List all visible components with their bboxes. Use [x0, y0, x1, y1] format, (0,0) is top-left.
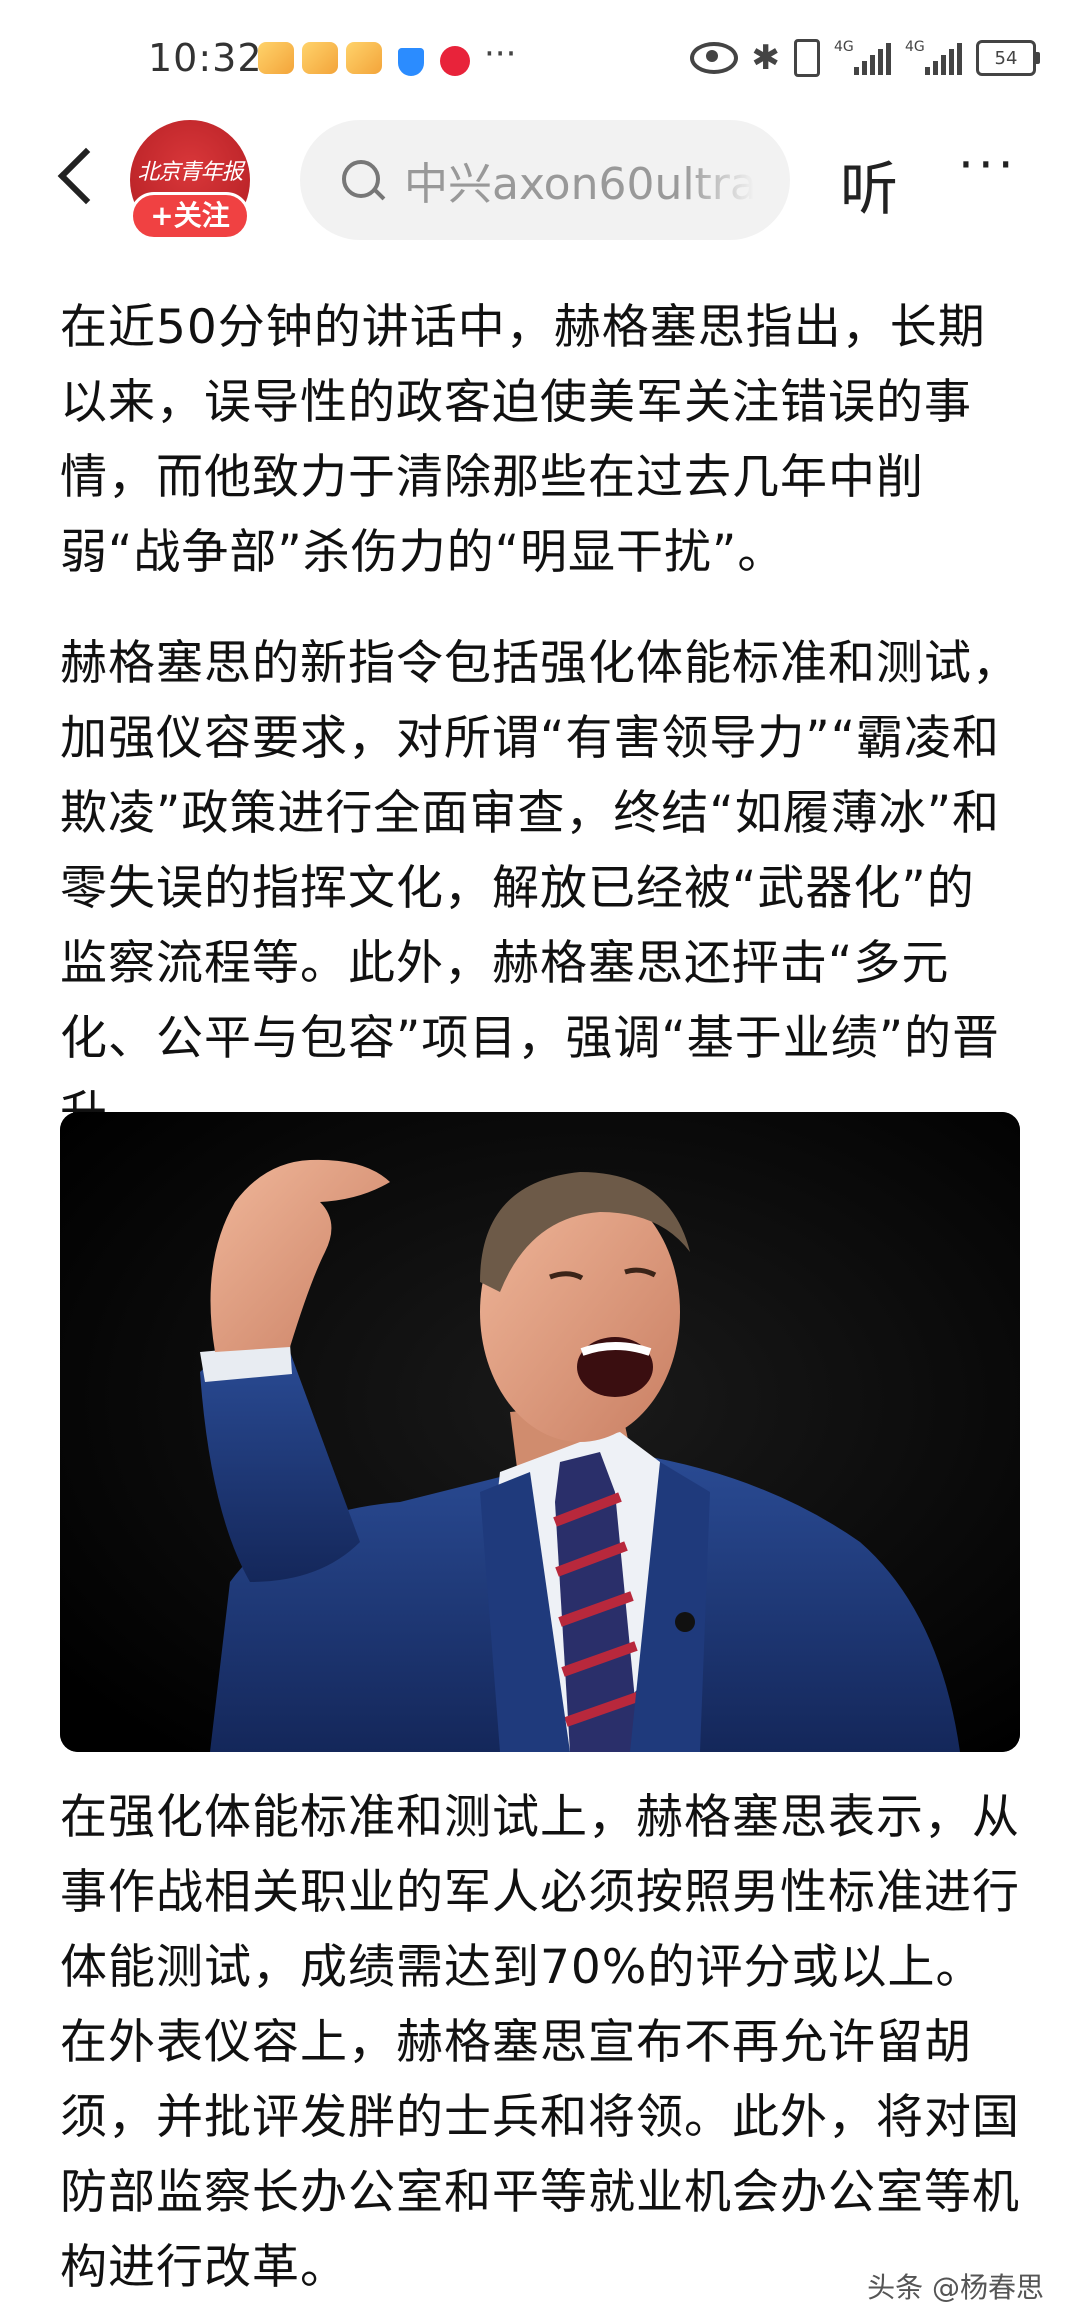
- more-notifications-icon: ···: [484, 34, 517, 74]
- source-watermark: 头条 @杨春思: [867, 2271, 1044, 2304]
- listen-button[interactable]: 听: [840, 142, 898, 226]
- search-input[interactable]: [404, 150, 754, 210]
- vibrate-icon: [794, 39, 820, 77]
- signal-icon: 4G: [905, 39, 962, 75]
- search-icon: [342, 160, 380, 198]
- bluetooth-icon: ✱: [751, 38, 781, 78]
- status-time: 10:32: [148, 36, 263, 80]
- more-options-button[interactable]: ···: [958, 136, 1018, 194]
- app-notification-icon: [258, 42, 294, 74]
- avatar-logo-text: 北京青年报: [137, 160, 243, 185]
- eye-icon: [689, 42, 738, 74]
- article-paragraph: 赫格塞思的新指令包括强化体能标准和测试，加强仪容要求，对所谓“有害领导力”“霸凌…: [60, 636, 1020, 1141]
- battery-icon: 54: [976, 40, 1040, 76]
- status-icons: ✱ 4G 4G 54: [689, 38, 1040, 78]
- article-photo[interactable]: [60, 1112, 1020, 1752]
- app-notification-icon: [346, 42, 382, 74]
- search-box[interactable]: [300, 120, 790, 240]
- article-paragraph: 在近50分钟的讲话中，赫格塞思指出，长期以来，误导性的政客迫使美军关注错误的事情…: [60, 300, 986, 580]
- status-bar: 10:32 ··· ✱ 4G 4G 54: [0, 0, 1080, 120]
- signal-icon: 4G: [834, 39, 891, 75]
- notification-icons: [258, 42, 382, 74]
- follow-button[interactable]: +关注: [130, 192, 250, 240]
- app-notification-icon: [440, 46, 470, 76]
- shield-icon: [398, 48, 424, 76]
- top-nav: 北京青年报 +关注 听 ···: [0, 120, 1080, 240]
- photo-illustration: [60, 1112, 1020, 1752]
- back-button[interactable]: [52, 148, 102, 208]
- app-notification-icon: [302, 42, 338, 74]
- article-paragraph: 在强化体能标准和测试上，赫格塞思表示，从事作战相关职业的军人必须按照男性标准进行…: [60, 1790, 1020, 2295]
